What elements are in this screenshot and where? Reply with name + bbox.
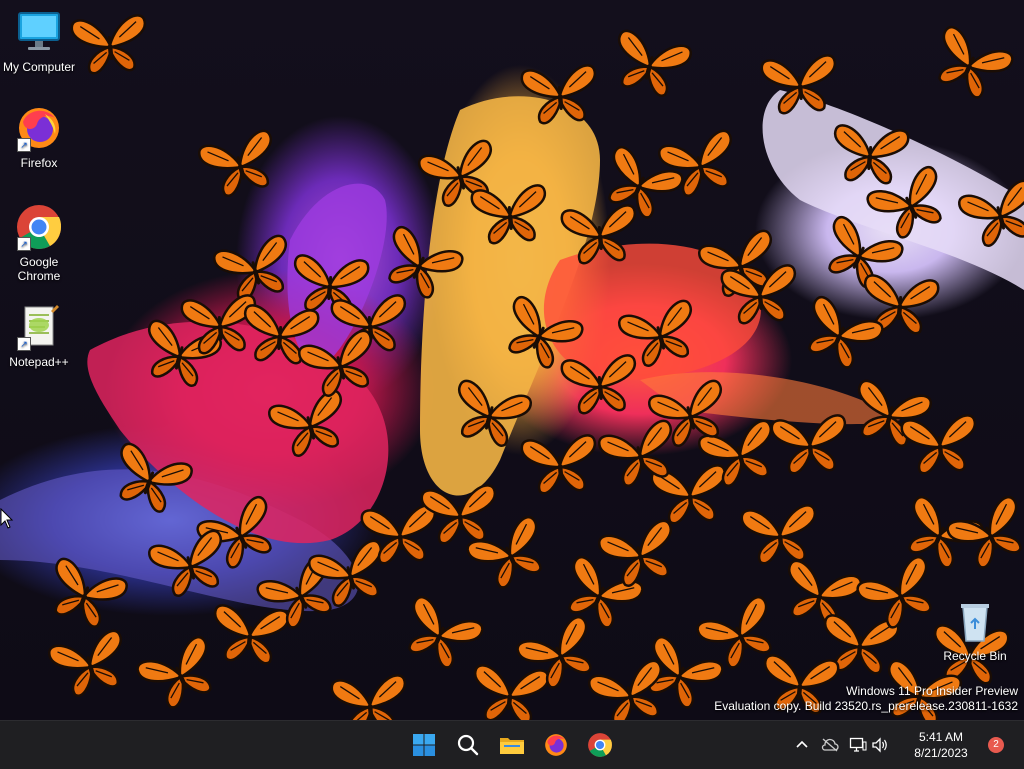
butterfly-icon [760, 54, 837, 115]
volume-button[interactable] [870, 735, 890, 755]
mouse-cursor-icon [0, 508, 14, 529]
desktop[interactable]: My Computer ↗ Firefox ↗ Google Chrome ↗ … [0, 0, 1024, 720]
firefox-icon: ↗ [15, 104, 63, 152]
taskbar: 5:41 AM 8/21/2023 2 [0, 720, 1024, 769]
file-explorer-button[interactable] [496, 729, 528, 761]
chrome-icon: ↗ [15, 203, 63, 251]
clock-date: 8/21/2023 [914, 746, 968, 760]
notepad-plus-plus-icon: ↗ [15, 303, 63, 351]
folder-icon [500, 738, 524, 754]
butterfly-icon [520, 434, 597, 495]
chrome-icon [588, 733, 612, 757]
desktop-icon-recycle-bin[interactable]: Recycle Bin [937, 597, 1013, 663]
shortcut-arrow-icon: ↗ [17, 138, 31, 152]
search-button[interactable] [452, 729, 484, 761]
show-hidden-icons-button[interactable] [792, 735, 812, 755]
desktop-icon-label: Notepad++ [9, 355, 69, 369]
watermark-line-2: Evaluation copy. Build 23520.rs_prerelea… [714, 699, 1018, 713]
build-watermark: Windows 11 Pro Insider Preview Evaluatio… [714, 684, 1018, 714]
desktop-icon-label: Google Chrome [17, 255, 61, 283]
butterfly-icon [70, 14, 147, 75]
notification-badge[interactable]: 2 [988, 737, 1004, 753]
speaker-icon [872, 737, 887, 753]
monitor-icon [15, 8, 63, 56]
firefox-icon [545, 734, 567, 756]
chrome-taskbar-button[interactable] [584, 729, 616, 761]
shortcut-arrow-icon: ↗ [17, 237, 31, 251]
chevron-up-icon [796, 740, 808, 748]
onedrive-status-button[interactable] [820, 735, 840, 755]
system-tray: 5:41 AM 8/21/2023 2 [784, 721, 1024, 769]
search-icon [457, 734, 479, 756]
butterfly-icon [520, 64, 597, 125]
desktop-icon-google-chrome[interactable]: ↗ Google Chrome [1, 203, 77, 283]
butterfly-icon [470, 184, 547, 245]
desktop-icon-label: Firefox [20, 156, 58, 170]
desktop-icon-firefox[interactable]: ↗ Firefox [1, 104, 77, 170]
network-button[interactable] [848, 735, 868, 755]
shortcut-arrow-icon: ↗ [17, 337, 31, 351]
desktop-icon-my-computer[interactable]: My Computer [1, 8, 77, 74]
desktop-icon-label: Recycle Bin [943, 649, 1007, 663]
butterfly-icon [720, 264, 797, 325]
network-icon [849, 737, 867, 752]
windows-start-icon [413, 734, 435, 756]
butterfly-icon [900, 414, 977, 475]
butterfly-icon [770, 414, 847, 475]
start-button[interactable] [408, 729, 440, 761]
desktop-icon-notepad-plus-plus[interactable]: ↗ Notepad++ [1, 303, 77, 369]
watermark-line-1: Windows 11 Pro Insider Preview [846, 684, 1018, 698]
desktop-icon-label: My Computer [2, 60, 76, 74]
clock-time: 5:41 AM [918, 730, 964, 744]
recycle-bin-icon [951, 597, 999, 645]
butterfly-icon [330, 674, 407, 720]
clock-button[interactable]: 5:41 AM 8/21/2023 [906, 729, 976, 761]
cloud-offline-icon [821, 738, 839, 752]
firefox-taskbar-button[interactable] [540, 729, 572, 761]
